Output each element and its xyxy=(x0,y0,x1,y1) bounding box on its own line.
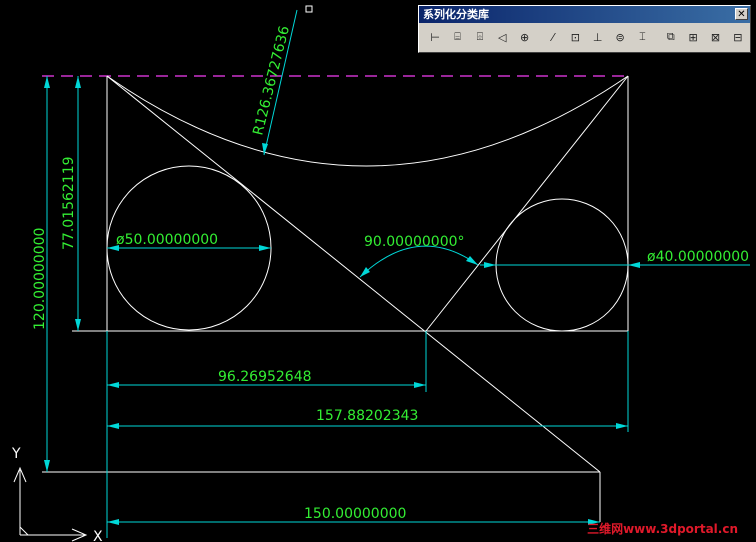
dim-dia40-text: ø40.00000000 xyxy=(647,249,749,265)
continue-dim-icon[interactable]: ⊜ xyxy=(610,27,630,47)
aligned-dim-icon[interactable]: ⌸ xyxy=(447,27,467,47)
dim-angle-text: 90.00000000° xyxy=(364,234,465,250)
dim-157-text: 157.88202343 xyxy=(316,408,418,424)
radius-dim-icon[interactable]: ◁ xyxy=(492,27,512,47)
toolbar-buttons: ⊢ ⌸ ⌹ ◁ ⊕ ⁄ ⊡ ⊥ ⊜ ⌶ ⧉ ⊞ ⊠ ⊟ xyxy=(419,23,750,47)
geometry[interactable] xyxy=(42,75,629,522)
baseline-dim-icon[interactable]: ⊥ xyxy=(588,27,608,47)
linear-dim-icon[interactable]: ⊢ xyxy=(425,27,445,47)
angular-dim-icon[interactable]: ⁄ xyxy=(543,27,563,47)
dim-150-text: 150.00000000 xyxy=(304,506,406,522)
center-mark-icon[interactable]: ⊞ xyxy=(683,27,703,47)
ucs-y-label: Y xyxy=(11,446,21,462)
right-slope-line[interactable] xyxy=(425,75,629,332)
watermark-text: www.3dportal.cn xyxy=(623,522,738,536)
ucs-x-label: X xyxy=(93,529,103,542)
watermark: 三维网www.3dportal.cn xyxy=(587,520,738,537)
dim-77-text: 77.01562119 xyxy=(61,156,77,250)
watermark-prefix: 三维网 xyxy=(587,522,624,536)
dim-96-text: 96.26952648 xyxy=(218,369,312,385)
toolbar-titlebar[interactable]: 系列化分类库 ✕ xyxy=(419,6,750,23)
dim-style-icon[interactable]: ⊟ xyxy=(728,27,748,47)
dimension-lines[interactable] xyxy=(44,9,750,538)
dim-120-text: 120.00000000 xyxy=(32,228,48,330)
ucs-icon xyxy=(13,466,88,542)
drawing-canvas[interactable]: R126.36727636 120.00000000 77.01562119 ø… xyxy=(0,0,756,542)
grip-box[interactable] xyxy=(305,5,313,13)
quick-dim-icon[interactable]: ⊡ xyxy=(565,27,585,47)
dim-angle-arc[interactable] xyxy=(359,245,479,278)
dim-edit-icon[interactable]: ⊠ xyxy=(705,27,725,47)
dim-dia50-text: ø50.00000000 xyxy=(116,232,218,248)
ordinate-dim-icon[interactable]: ⌹ xyxy=(470,27,490,47)
dimension-toolbar[interactable]: 系列化分类库 ✕ ⊢ ⌸ ⌹ ◁ ⊕ ⁄ ⊡ ⊥ ⊜ ⌶ ⧉ ⊞ ⊠ ⊟ xyxy=(418,5,751,53)
top-arc[interactable] xyxy=(106,75,629,167)
toolbar-title: 系列化分类库 xyxy=(423,8,489,21)
leader-icon[interactable]: ⌶ xyxy=(632,27,652,47)
close-button[interactable]: ✕ xyxy=(735,8,748,20)
tolerance-icon[interactable]: ⧉ xyxy=(661,27,681,47)
diameter-dim-icon[interactable]: ⊕ xyxy=(514,27,534,47)
